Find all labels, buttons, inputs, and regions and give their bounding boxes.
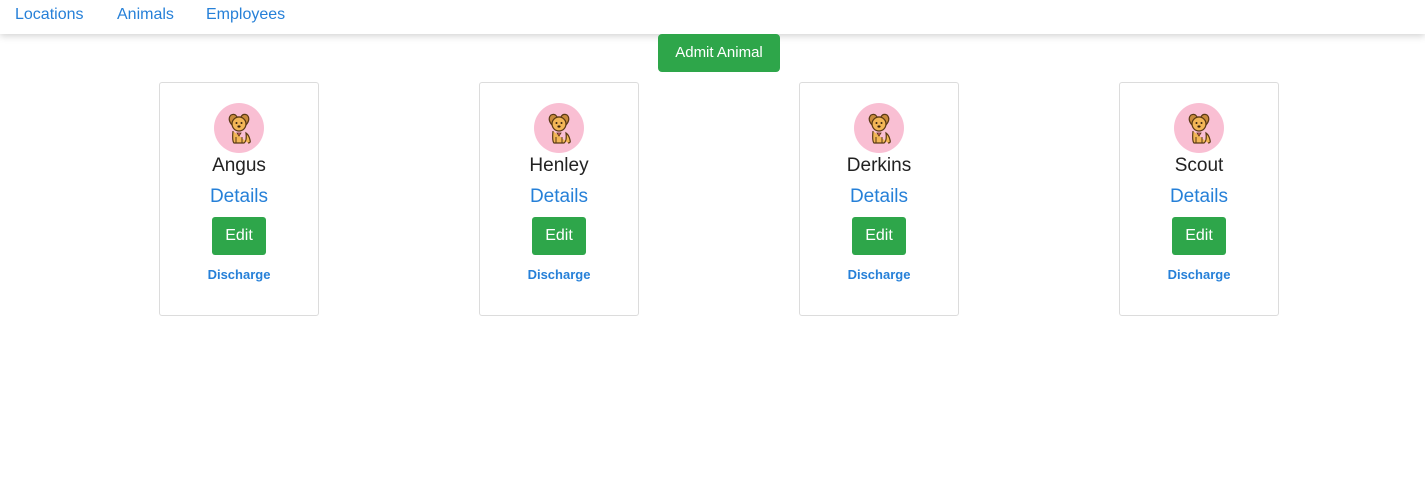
- details-link[interactable]: Details: [160, 186, 318, 208]
- animal-name: Henley: [529, 155, 589, 176]
- discharge-link[interactable]: Discharge: [480, 267, 638, 283]
- nav-link-locations[interactable]: Locations: [15, 6, 84, 24]
- animal-name: Scout: [1174, 155, 1224, 176]
- details-link[interactable]: Details: [800, 186, 958, 208]
- animal-card-henley: Henley Details Edit Discharge: [479, 82, 639, 316]
- discharge-link[interactable]: Discharge: [800, 267, 958, 283]
- details-link[interactable]: Details: [1120, 186, 1278, 208]
- animal-name: Derkins: [846, 155, 912, 176]
- edit-button[interactable]: Edit: [1172, 217, 1226, 255]
- nav-link-employees[interactable]: Employees: [206, 6, 285, 24]
- avatar: [854, 103, 904, 153]
- discharge-link[interactable]: Discharge: [1120, 267, 1278, 283]
- edit-button[interactable]: Edit: [212, 217, 266, 255]
- discharge-link[interactable]: Discharge: [160, 267, 318, 283]
- animal-card-derkins: Derkins Details Edit Discharge: [799, 82, 959, 316]
- animal-card-scout: Scout Details Edit Discharge: [1119, 82, 1279, 316]
- edit-button[interactable]: Edit: [532, 217, 586, 255]
- nav-link-animals[interactable]: Animals: [117, 6, 174, 24]
- details-link[interactable]: Details: [480, 186, 638, 208]
- top-navbar: Locations Animals Employees: [0, 0, 1425, 34]
- avatar: [1174, 103, 1224, 153]
- edit-button[interactable]: Edit: [852, 217, 906, 255]
- animal-card-angus: Angus Details Edit Discharge: [159, 82, 319, 316]
- animal-name: Angus: [212, 155, 266, 176]
- avatar: [214, 103, 264, 153]
- admit-animal-button[interactable]: Admit Animal: [658, 34, 780, 72]
- avatar: [534, 103, 584, 153]
